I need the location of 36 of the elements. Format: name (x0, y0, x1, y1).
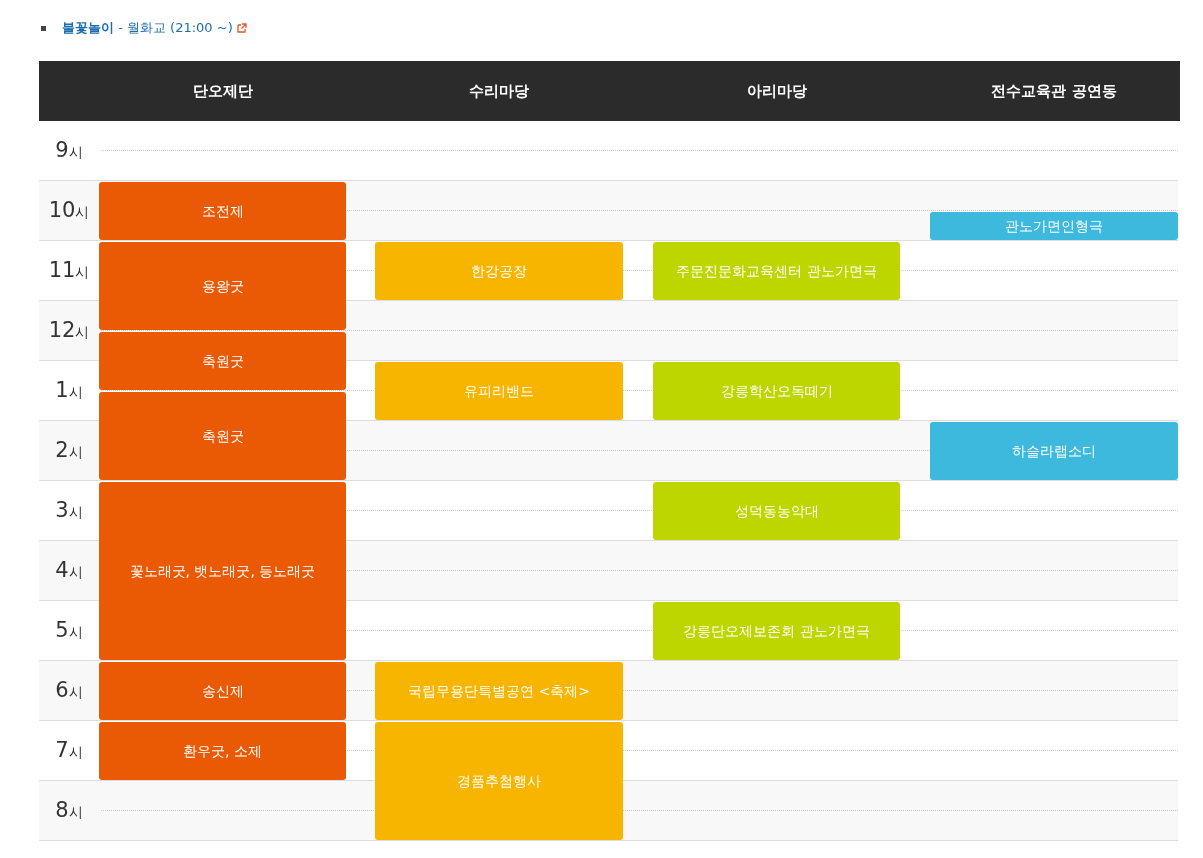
fireworks-link[interactable]: 불꽃놀이 - 월화교 (21:00 ~) (62, 18, 233, 38)
event-block[interactable]: 하슬라랩소디 (930, 422, 1178, 480)
event-block[interactable]: 유피리밴드 (375, 362, 623, 420)
event-block[interactable]: 축원굿 (99, 332, 346, 390)
hour-label: 3시 (55, 497, 83, 525)
event-block[interactable]: 조전제 (99, 182, 346, 240)
hour-label: 7시 (55, 737, 83, 765)
event-block[interactable]: 강릉학산오독떼기 (653, 362, 900, 420)
column-header: 아리마당 (746, 80, 807, 102)
bullet-icon (41, 25, 46, 31)
hour-label: 4시 (55, 557, 83, 585)
column-header: 전수교육관 공연동 (991, 80, 1117, 102)
event-block[interactable]: 국립무용단특별공연 <축제> (375, 662, 623, 720)
column-header: 단오제단 (192, 80, 253, 102)
hour-label: 6시 (55, 677, 83, 705)
hour-label: 9시 (55, 137, 83, 165)
event-block[interactable]: 주문진문화교육센터 관노가면극 (653, 242, 900, 300)
event-block[interactable]: 송신제 (99, 662, 346, 720)
hour-label: 11시 (48, 257, 90, 285)
event-block[interactable]: 관노가면인형극 (930, 212, 1178, 240)
hour-label: 8시 (55, 797, 83, 825)
event-block[interactable]: 환우굿, 소제 (99, 722, 346, 780)
event-block[interactable]: 한강공장 (375, 242, 623, 300)
hour-label: 12시 (48, 317, 90, 345)
event-block[interactable]: 꽃노래굿, 뱃노래굿, 등노래굿 (99, 482, 346, 660)
event-block[interactable]: 경품추첨행사 (375, 722, 623, 840)
hour-label: 1시 (55, 377, 83, 405)
event-block[interactable]: 축원굿 (99, 392, 346, 480)
event-block[interactable]: 성덕동농악대 (653, 482, 900, 540)
hour-label: 10시 (48, 197, 90, 225)
hour-label: 5시 (55, 617, 83, 645)
hour-label: 2시 (55, 437, 83, 465)
event-block[interactable]: 용왕굿 (99, 242, 346, 330)
event-block[interactable]: 강릉단오제보존회 관노가면극 (653, 602, 900, 660)
external-link-icon[interactable] (236, 23, 247, 33)
column-header: 수리마당 (469, 80, 529, 102)
